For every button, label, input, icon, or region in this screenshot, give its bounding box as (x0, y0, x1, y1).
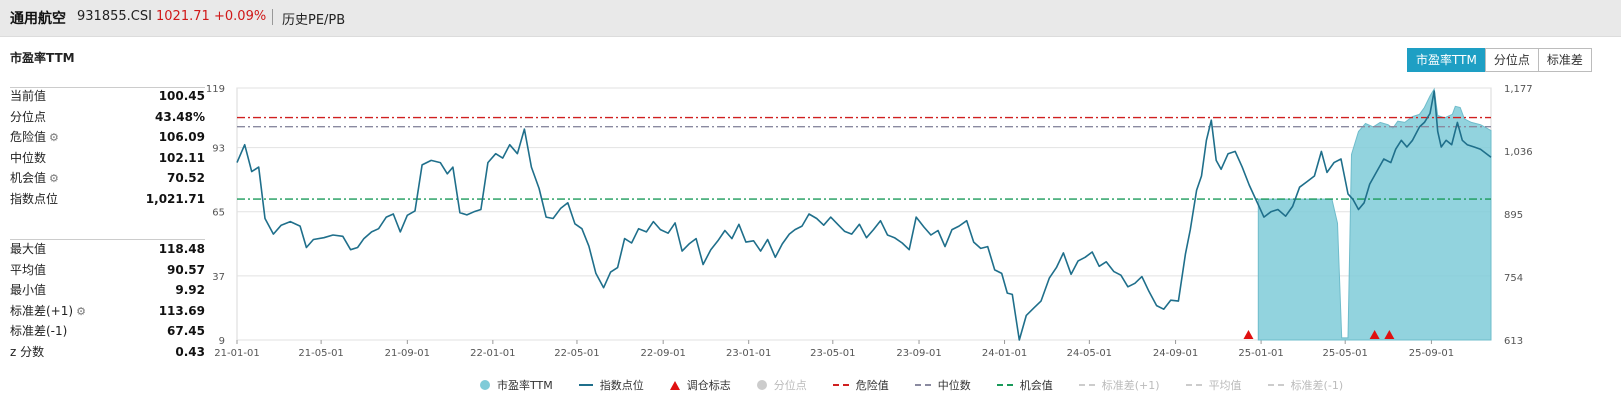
legend-item[interactable]: 标准差(-1) (1267, 377, 1344, 393)
y-left-tick-label: 9 (219, 336, 225, 347)
y-right-tick-label: 1,177 (1504, 84, 1533, 95)
legend-label: 标准差(-1) (1290, 379, 1344, 392)
x-tick-label: 22-09-01 (640, 348, 685, 359)
legend-label: 机会值 (1019, 379, 1053, 392)
legend-item[interactable]: 分位点 (756, 377, 807, 393)
legend-item[interactable]: 标准差(+1) (1078, 377, 1160, 393)
x-tick-label: 24-01-01 (982, 348, 1027, 359)
legend-dashdot-icon (832, 384, 849, 386)
y-right-tick-label: 1,036 (1504, 147, 1533, 158)
legend-label: 标准差(+1) (1101, 379, 1160, 392)
legend-label: 调仓标志 (686, 379, 731, 392)
x-tick-label: 23-01-01 (726, 348, 771, 359)
x-tick-label: 23-05-01 (810, 348, 855, 359)
x-tick-label: 23-09-01 (896, 348, 941, 359)
y-left-tick-label: 37 (212, 272, 225, 283)
chart-legend: 市盈率TTM 指数点位 调仓标志 分位点 危险值 中位数 机会值 标准差(+1) 平均值 标准差(… (480, 375, 1369, 395)
legend-line-icon (578, 384, 593, 386)
legend-label: 中位数 (937, 379, 971, 392)
legend-label: 分位点 (773, 379, 807, 392)
legend-label: 危险值 (855, 379, 889, 392)
y-left-tick-label: 119 (206, 84, 225, 95)
y-right-tick-label: 754 (1504, 273, 1523, 284)
legend-dot-icon (480, 380, 490, 390)
legend-item[interactable]: 指数点位 (578, 377, 644, 393)
x-tick-label: 25-09-01 (1409, 348, 1454, 359)
x-tick-label: 25-05-01 (1323, 348, 1368, 359)
x-tick-label: 21-01-01 (214, 348, 259, 359)
legend-item[interactable]: 危险值 (832, 377, 889, 393)
x-tick-label: 24-09-01 (1153, 348, 1198, 359)
legend-dot-icon (756, 380, 767, 390)
y-right-tick-label: 613 (1504, 336, 1523, 347)
legend-item[interactable]: 中位数 (914, 377, 971, 393)
legend-label: 市盈率TTM (497, 379, 553, 392)
y-right-tick-label: 895 (1504, 210, 1523, 221)
legend-item[interactable]: 市盈率TTM (480, 377, 553, 393)
legend-dashdot-icon (1078, 384, 1095, 386)
legend-dashdot-icon (996, 384, 1013, 386)
legend-label: 平均值 (1208, 379, 1242, 392)
x-tick-label: 21-09-01 (385, 348, 430, 359)
x-tick-label: 24-05-01 (1067, 348, 1112, 359)
rebalance-marker (1243, 330, 1254, 339)
legend-dashdot-icon (1185, 384, 1202, 386)
legend-dashdot-icon (1267, 384, 1284, 386)
legend-item[interactable]: 调仓标志 (669, 377, 731, 393)
y-left-tick-label: 93 (212, 144, 225, 155)
legend-triangle-icon (669, 380, 680, 390)
legend-item[interactable]: 平均值 (1185, 377, 1242, 393)
x-tick-label: 22-05-01 (554, 348, 599, 359)
legend-dashdot-icon (914, 384, 931, 386)
legend-item[interactable]: 机会值 (996, 377, 1053, 393)
pe-chart[interactable]: 9 37 65 93 119 613 754 895 1,036 1,177 21-01-01 21-… (0, 0, 1621, 408)
x-tick-label: 25-01-01 (1238, 348, 1283, 359)
y-left-tick-label: 65 (212, 208, 225, 219)
x-tick-label: 22-01-01 (470, 348, 515, 359)
legend-label: 指数点位 (599, 379, 644, 392)
x-tick-label: 21-05-01 (298, 348, 343, 359)
